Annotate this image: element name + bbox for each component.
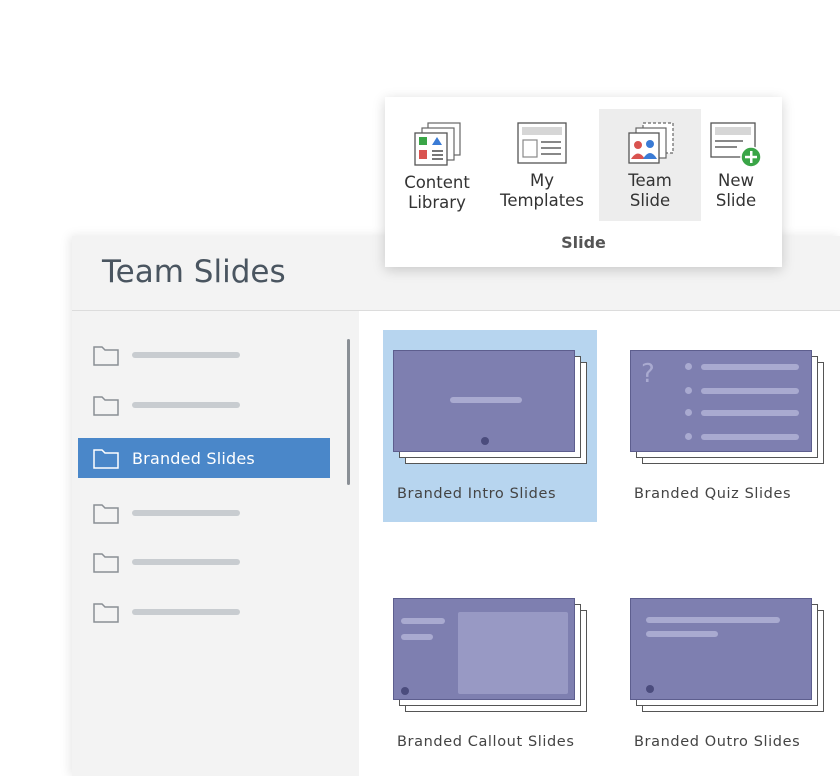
ribbon-group-label: Slide	[561, 233, 606, 252]
folder-icon	[93, 553, 119, 573]
folder-icon	[93, 603, 119, 623]
card-branded-callout-slides[interactable]: Branded Callout Slides	[383, 578, 597, 770]
slide-thumbnail	[393, 350, 575, 452]
team-slides-pane: Team Slides Branded Slides Branded Intro…	[72, 236, 840, 776]
my-templates-button[interactable]: My Templates	[500, 109, 584, 221]
folder-name-placeholder	[132, 402, 240, 408]
button-label: Team Slide	[628, 171, 672, 210]
folder-icon	[93, 449, 119, 469]
folder-item-6[interactable]	[78, 592, 330, 632]
folder-item-branded-slides[interactable]: Branded Slides	[78, 438, 330, 478]
folder-name-placeholder	[132, 559, 240, 565]
slide-stack	[393, 350, 587, 466]
slide-stack: ?	[630, 350, 824, 466]
content-library-button[interactable]: Content Library	[397, 109, 477, 221]
folder-icon	[93, 504, 119, 524]
folder-item-2[interactable]	[78, 385, 330, 425]
card-label: Branded Callout Slides	[397, 734, 575, 750]
team-slide-icon	[628, 122, 674, 164]
folder-item-1[interactable]	[78, 335, 330, 375]
slide-thumbnail	[630, 598, 812, 700]
team-slide-button[interactable]: Team Slide	[599, 109, 701, 221]
folder-sidebar: Branded Slides	[72, 311, 358, 776]
folder-icon	[93, 346, 119, 366]
folder-label: Branded Slides	[132, 448, 255, 468]
slide-thumbnail: ?	[630, 350, 812, 452]
question-mark-icon: ?	[641, 359, 655, 389]
button-label: Content Library	[404, 173, 470, 212]
folder-icon	[93, 396, 119, 416]
new-slide-icon	[710, 122, 762, 168]
folder-item-5[interactable]	[78, 542, 330, 582]
slide-gallery: Branded Intro Slides ? Branded Quiz Slid…	[359, 311, 840, 776]
content-library-icon	[414, 122, 461, 166]
folder-name-placeholder	[132, 510, 240, 516]
folder-name-placeholder	[132, 609, 240, 615]
slide-stack	[630, 598, 824, 714]
card-label: Branded Quiz Slides	[634, 486, 792, 502]
card-branded-intro-slides[interactable]: Branded Intro Slides	[383, 330, 597, 522]
slide-thumbnail	[393, 598, 575, 700]
folder-name-placeholder	[132, 352, 240, 358]
card-branded-outro-slides[interactable]: Branded Outro Slides	[620, 578, 834, 770]
card-branded-quiz-slides[interactable]: ? Branded Quiz Slides	[620, 330, 834, 522]
card-label: Branded Outro Slides	[634, 734, 801, 750]
new-slide-button[interactable]: New Slide	[703, 109, 769, 221]
ribbon-slide-group: Content Library My Templates Team Slide …	[385, 97, 782, 267]
button-label: My Templates	[500, 171, 584, 210]
button-label: New Slide	[715, 171, 757, 210]
folder-item-4[interactable]	[78, 493, 330, 533]
slide-stack	[393, 598, 587, 714]
sidebar-scrollbar[interactable]	[347, 339, 350, 485]
page-title: Team Slides	[102, 254, 286, 290]
card-label: Branded Intro Slides	[397, 486, 557, 502]
my-templates-icon	[517, 122, 567, 164]
